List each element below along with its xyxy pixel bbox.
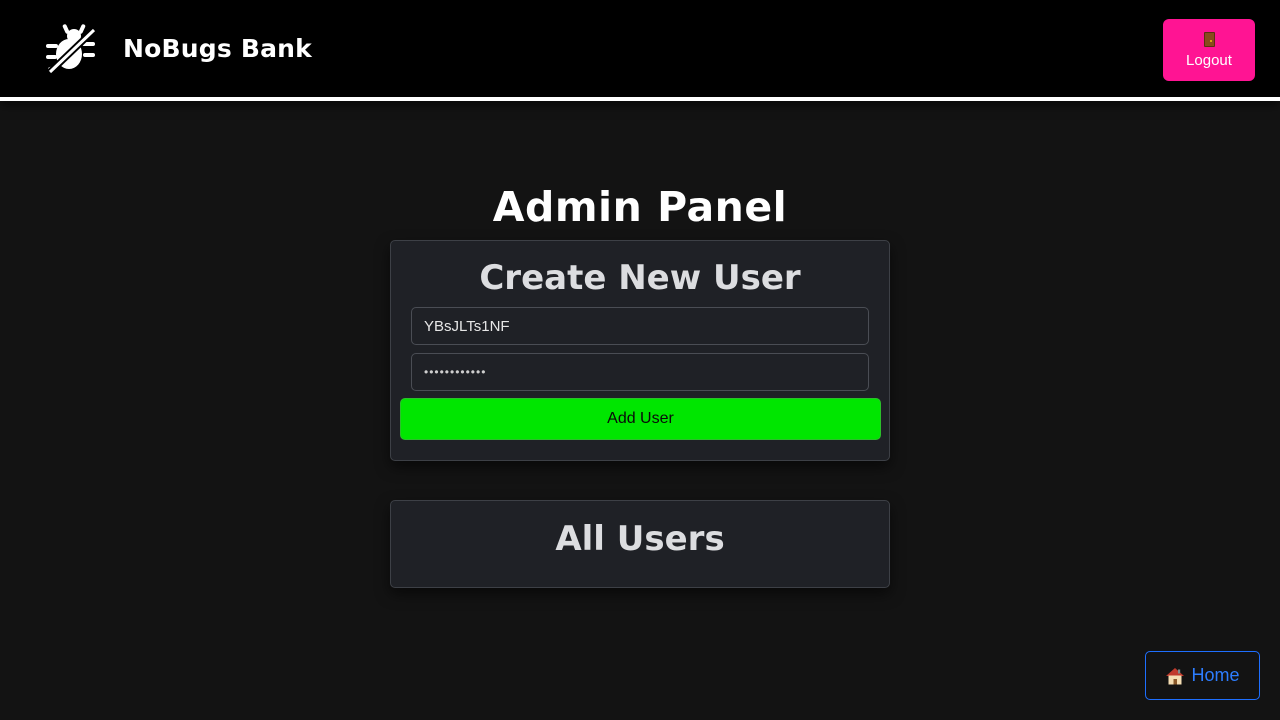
add-user-label: Add User [607,410,674,427]
door-icon [1203,31,1215,47]
password-input[interactable]: •••••••••••• [411,353,869,391]
username-value: YBsJLTs1NF [424,317,510,335]
home-label: Home [1191,665,1240,685]
brand-name: NoBugs Bank [123,34,312,63]
bug-crossed-out-icon [46,24,97,75]
home-button[interactable]: Home [1145,651,1260,700]
username-input[interactable]: YBsJLTs1NF [411,307,869,345]
add-user-button[interactable]: Add User [400,398,881,440]
create-user-title: Create New User [479,258,801,298]
house-icon [1166,667,1185,684]
logout-button[interactable]: Logout [1163,19,1255,81]
all-users-title: All Users [555,519,725,559]
all-users-card: All Users [390,500,890,588]
password-value: •••••••••••• [424,365,487,379]
logout-label: Logout [1186,51,1232,69]
page-title: Admin Panel [492,183,788,231]
create-user-card: Create New User YBsJLTs1NF •••••••••••• … [390,240,890,461]
top-header: NoBugs Bank Logout [0,0,1280,101]
